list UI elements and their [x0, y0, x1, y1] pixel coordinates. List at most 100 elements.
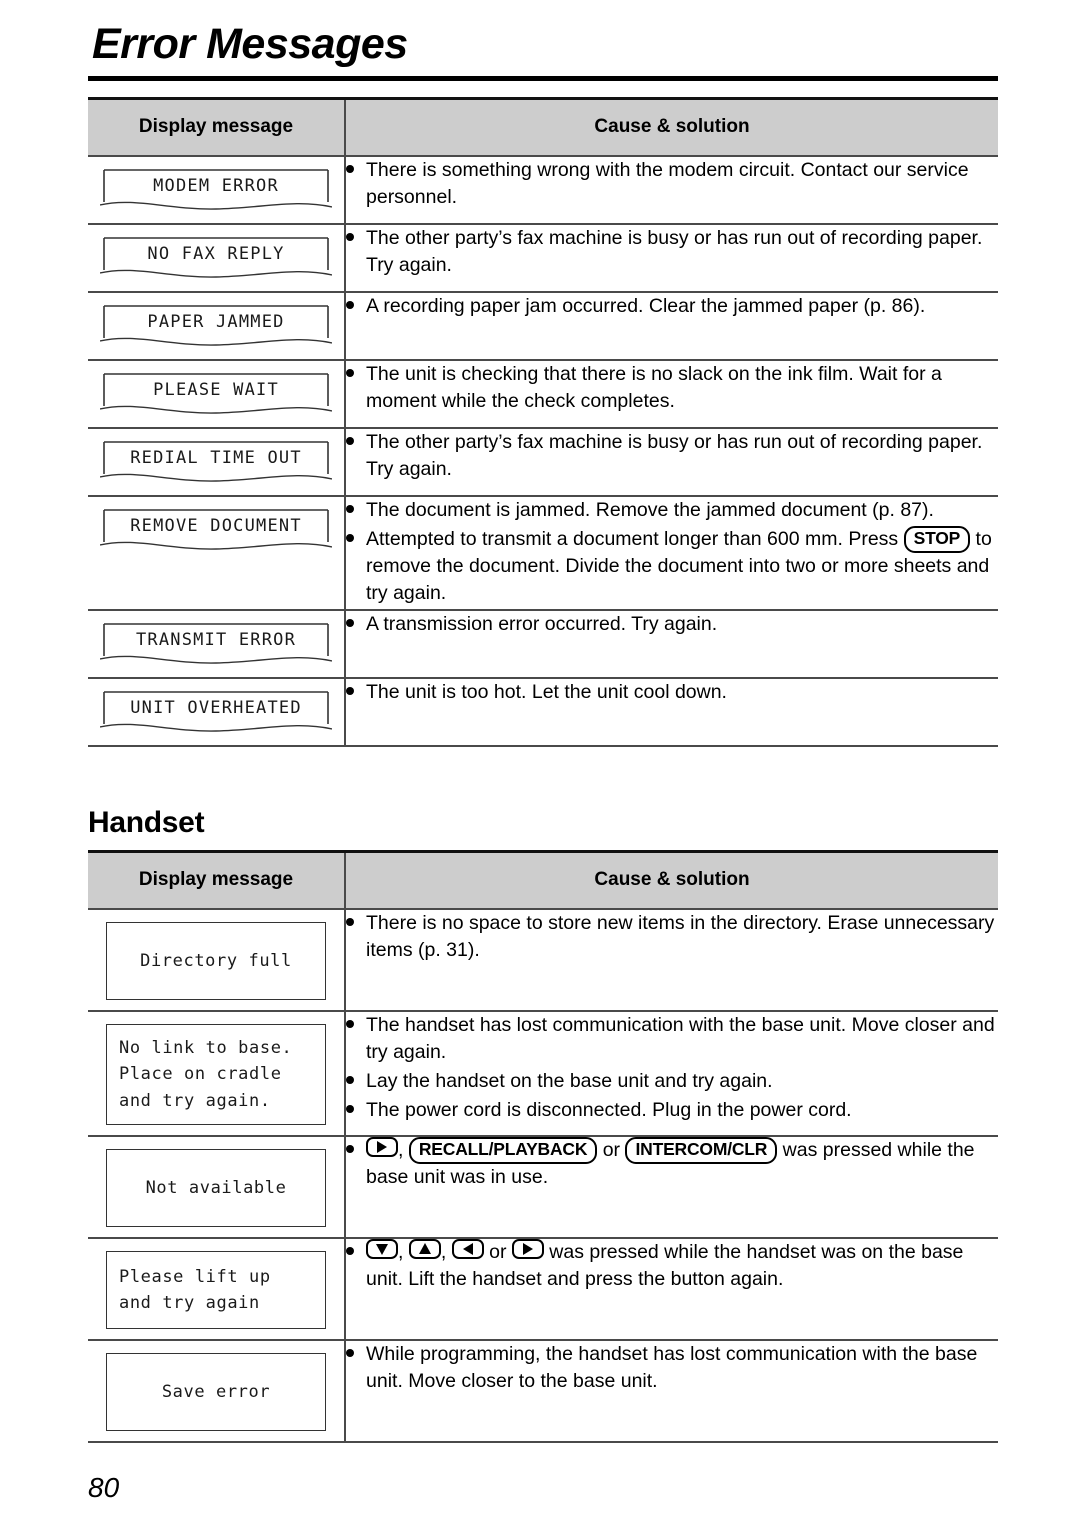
bullet-item: , RECALL/PLAYBACK or INTERCOM/CLR was pr…	[346, 1137, 998, 1191]
lcd-display-text: REMOVE DOCUMENT	[130, 516, 302, 536]
cell-display-message: Save error	[88, 1339, 346, 1444]
display-box-wrapper: No link to base. Place on cradle and try…	[88, 1012, 344, 1135]
bullet-text: The handset has lost communication with …	[366, 1014, 995, 1063]
bullet-item: The unit is checking that there is no sl…	[346, 361, 998, 415]
bullet-dot	[346, 437, 354, 446]
display-box-wrapper: NO FAX REPLY	[88, 225, 344, 291]
cell-display-message: NO FAX REPLY	[88, 223, 346, 293]
table-handset: Display message Cause & solution Directory…	[88, 850, 998, 1444]
bullet-text: The unit is checking that there is no sl…	[366, 363, 942, 412]
lcd-display-text: NO FAX REPLY	[147, 244, 285, 264]
bullet-item: A recording paper jam occurred. Clear th…	[346, 293, 998, 320]
display-box-wrapper: Save error	[88, 1341, 344, 1441]
cell-display-message: REMOVE DOCUMENT	[88, 495, 346, 611]
cell-display-message: Directory full	[88, 908, 346, 1012]
cell-cause-solution: The document is jammed. Remove the jamme…	[345, 495, 998, 611]
bullet-dot	[346, 1349, 354, 1358]
bullet-text: The power cord is disconnected. Plug in …	[366, 1098, 852, 1121]
cell-display-message: REDIAL TIME OUT	[88, 427, 346, 497]
bullet-item: The other party’s fax machine is busy or…	[346, 429, 998, 483]
display-box-wrapper: Please lift up and try again	[88, 1239, 344, 1339]
page-number: 80	[88, 1472, 120, 1503]
cell-cause-solution: There is something wrong with the modem …	[345, 155, 998, 225]
lcd-display-box: MODEM ERROR	[100, 169, 332, 213]
lcd-display-text: TRANSMIT ERROR	[135, 629, 297, 650]
column-header-cause-solution: Cause & solution	[345, 850, 998, 910]
cell-cause-solution: The unit is checking that there is no sl…	[345, 359, 998, 429]
lcd-display-text: Save error	[161, 1381, 271, 1402]
cell-display-message: MODEM ERROR	[88, 155, 346, 225]
lcd-display-text: PAPER JAMMED	[147, 312, 285, 332]
document-page: Error Messages Display message Cause & so…	[0, 0, 1080, 1526]
bullet-text: The other party’s fax machine is busy or…	[366, 431, 983, 480]
display-box-wrapper: Directory full	[88, 910, 344, 1010]
cell-display-message: PAPER JAMMED	[88, 291, 346, 361]
key-badge-arrow-up[interactable]	[408, 1239, 441, 1260]
table-row: Directory full There is no space to store…	[88, 908, 998, 1012]
bullet-item: Lay the handset on the base unit and try…	[346, 1068, 998, 1095]
cell-cause-solution: The other party’s fax machine is busy or…	[345, 427, 998, 497]
cell-display-message: No link to base. Place on cradle and try…	[88, 1009, 346, 1138]
lcd-display-box: REMOVE DOCUMENT	[100, 509, 332, 553]
key-badge-arrow-left[interactable]	[451, 1239, 484, 1260]
table-row: PAPER JAMMED A recording paper jam occurr…	[88, 291, 998, 361]
lcd-display-box: PAPER JAMMED	[100, 305, 332, 349]
display-box-wrapper: TRANSMIT ERROR	[88, 611, 344, 677]
bullet-text: A transmission error occurred. Try again…	[366, 612, 718, 635]
bullet-dot	[346, 618, 354, 627]
cell-cause-solution: , RECALL/PLAYBACK or INTERCOM/CLR was pr…	[345, 1135, 998, 1240]
bullet-item: The unit is too hot. Let the unit cool d…	[346, 679, 998, 706]
cell-cause-solution: A recording paper jam occurred. Clear th…	[345, 291, 998, 361]
bullet-dot	[346, 918, 354, 927]
bullet-item: The other party’s fax machine is busy or…	[346, 225, 998, 279]
cell-cause-solution: While programming, the handset has lost …	[345, 1339, 998, 1444]
bullet-dot	[346, 505, 354, 514]
column-header-display-message: Display message	[88, 850, 346, 910]
display-box-wrapper: REMOVE DOCUMENT	[88, 497, 344, 563]
bullet-dot	[346, 1104, 354, 1113]
cell-display-message: Not available	[88, 1135, 346, 1240]
lcd-display-box: Directory full	[106, 922, 326, 1000]
lcd-display-text: Please lift up and try again	[119, 1266, 271, 1314]
bullet-item: The power cord is disconnected. Plug in …	[346, 1097, 998, 1124]
lcd-display-text: MODEM ERROR	[153, 176, 279, 196]
bullet-dot	[346, 233, 354, 242]
bullet-dot	[346, 1020, 354, 1029]
key-badge-recall-playback[interactable]: RECALL/PLAYBACK	[408, 1137, 598, 1164]
cell-cause-solution: A transmission error occurred. Try again…	[345, 608, 998, 679]
cell-display-message: PLEASE WAIT	[88, 359, 346, 429]
column-header-cause-solution: Cause & solution	[345, 97, 998, 157]
table-row: MODEM ERROR There is something wrong with…	[88, 155, 998, 225]
lcd-display-text: Not available	[145, 1177, 287, 1198]
table-row: REMOVE DOCUMENT The document is jammed. R…	[88, 495, 998, 611]
key-badge-arrow-down[interactable]	[366, 1239, 398, 1260]
bullet-text: There is something wrong with the modem …	[366, 159, 969, 208]
lcd-display-text: PLEASE WAIT	[153, 380, 279, 400]
lcd-display-box: REDIAL TIME OUT	[100, 441, 332, 485]
lcd-display-box: NO FAX REPLY	[100, 237, 332, 281]
key-badge-arrow-right[interactable]	[366, 1137, 398, 1158]
lcd-display-box: UNIT OVERHEATED	[100, 690, 332, 735]
table-header-row: Display message Cause & solution	[88, 850, 998, 910]
key-badge-arrow-right[interactable]	[511, 1239, 544, 1260]
lcd-display-box: Save error	[106, 1353, 326, 1432]
cell-cause-solution: There is no space to store new items in …	[345, 908, 998, 1012]
lcd-display-box: TRANSMIT ERROR	[100, 622, 332, 667]
bullet-item: There is something wrong with the modem …	[346, 157, 998, 211]
cell-display-message: Please lift up and try again	[88, 1237, 346, 1342]
page-title: Error Messages	[92, 20, 408, 68]
key-badge-intercom-clr[interactable]: INTERCOM/CLR	[625, 1137, 778, 1164]
lcd-display-box: Please lift up and try again	[106, 1251, 326, 1330]
bullet-text: Attempted to transmit a document longer …	[366, 525, 992, 604]
bullet-text: , RECALL/PLAYBACK or INTERCOM/CLR was pr…	[366, 1137, 975, 1188]
lcd-display-text: No link to base. Place on cradle and try…	[119, 1038, 293, 1111]
bullet-item: While programming, the handset has lost …	[346, 1341, 998, 1395]
bullet-dot	[346, 301, 354, 310]
table-row: UNIT OVERHEATED The unit is too hot. Let …	[88, 676, 998, 747]
display-box-wrapper: Not available	[88, 1137, 344, 1237]
display-box-wrapper: UNIT OVERHEATED	[88, 679, 344, 745]
bullet-text: A recording paper jam occurred. Clear th…	[366, 295, 926, 317]
key-badge-stop[interactable]: STOP	[903, 525, 971, 553]
table-row: No link to base. Place on cradle and try…	[88, 1009, 998, 1138]
bullet-dot	[346, 1076, 354, 1084]
